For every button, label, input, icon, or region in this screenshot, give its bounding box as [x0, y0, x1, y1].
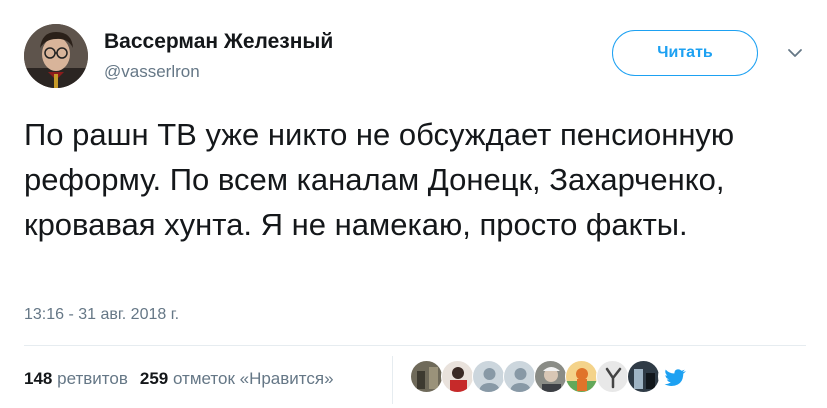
follow-button[interactable]: Читать [612, 30, 758, 76]
likes-label: отметок «Нравится» [172, 369, 334, 388]
liker-avatar[interactable] [627, 360, 660, 393]
author-handle[interactable]: @vasserlron [104, 62, 200, 82]
twitter-bird-icon[interactable] [658, 360, 691, 393]
tweet-text: По рашн ТВ уже никто не обсуждает пенсио… [24, 117, 735, 242]
default-avatar-icon[interactable] [503, 360, 536, 393]
likes-count: 259 [139, 369, 169, 388]
liker-avatar[interactable] [441, 360, 474, 393]
default-avatar-icon[interactable] [472, 360, 505, 393]
author-display-name[interactable]: Вассерман Железный [104, 30, 333, 54]
retweets-label: ретвитов [57, 369, 128, 388]
chevron-down-icon[interactable] [786, 46, 804, 60]
tweet-stats: 148 ретвитов 259 отметок «Нравится» [24, 369, 334, 389]
retweets-stat[interactable]: 148 ретвитов [24, 369, 128, 388]
likes-stat[interactable]: 259 отметок «Нравится» [140, 369, 334, 388]
liker-avatar[interactable] [410, 360, 443, 393]
likers-divider [392, 356, 393, 404]
liker-avatar[interactable] [596, 360, 629, 393]
liker-avatar[interactable] [534, 360, 567, 393]
tweet-timestamp[interactable]: 13:16 - 31 авг. 2018 г. [24, 306, 179, 324]
liker-avatar[interactable] [565, 360, 598, 393]
retweets-count: 148 [24, 369, 53, 388]
stats-divider [24, 345, 806, 346]
author-avatar[interactable] [24, 24, 88, 88]
